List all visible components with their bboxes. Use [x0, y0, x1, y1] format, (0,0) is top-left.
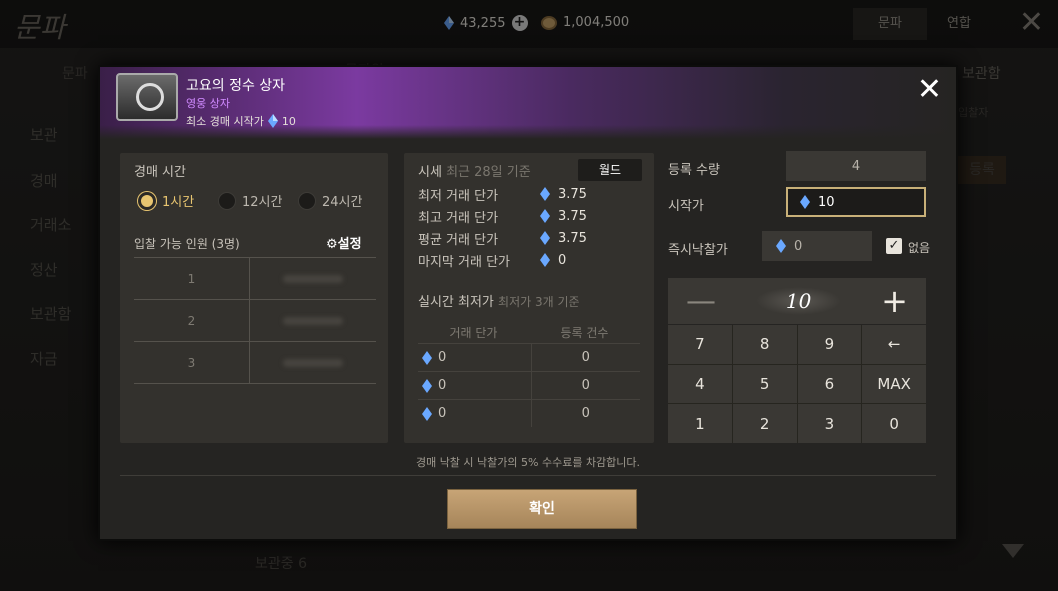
radio-1h[interactable]: 1시간 — [138, 191, 194, 210]
list-item: 평균 거래 단가 3.75 — [418, 230, 587, 248]
quantity-stepper: — 10 + — [668, 278, 926, 324]
no-instant-label: 없음 — [908, 241, 931, 255]
close-modal-icon[interactable]: ✕ — [917, 75, 942, 105]
crystal-icon — [800, 195, 810, 209]
quantity-label: 등록 수량 — [668, 163, 720, 178]
realtime-title: 실시간 최저가 최저가 3개 기준 — [418, 295, 580, 310]
key-3[interactable]: 3 — [797, 404, 862, 443]
radio-selected-icon — [138, 191, 156, 210]
crystal-icon — [422, 350, 432, 365]
min-price-value: 10 — [281, 114, 296, 128]
crystal-icon — [422, 406, 432, 421]
bidder-name-hidden — [283, 316, 343, 325]
radio-icon — [298, 191, 316, 210]
gear-icon: ⚙ — [326, 237, 338, 252]
settings-button[interactable]: ⚙설정 — [326, 233, 362, 252]
table-row: 00 — [418, 371, 640, 399]
crystal-icon — [540, 231, 550, 245]
table-header: 거래 단가 등록 건수 — [449, 325, 609, 340]
bidder-name-hidden — [283, 358, 343, 367]
number-keypad: 7 8 9 ← 4 5 6 MAX 1 2 3 0 — [668, 325, 926, 443]
min-price-label: 최소 경매 시작가 — [186, 115, 264, 128]
market-title: 시세 최근 28일 기준 — [418, 165, 531, 180]
price-list: 최저 거래 단가 3.75 최고 거래 단가 3.75 평균 거래 단가 3.75 마… — [418, 183, 587, 271]
crystal-icon — [422, 378, 432, 393]
crystal-icon — [540, 253, 550, 267]
key-9[interactable]: 9 — [797, 325, 862, 364]
item-grade: 영웅 상자 — [186, 97, 230, 110]
divider — [120, 475, 936, 476]
table-row: 00 — [418, 399, 640, 427]
table-row: 3 — [134, 342, 376, 384]
no-instant-checkbox[interactable]: ✓ — [886, 238, 902, 254]
radio-24h[interactable]: 24시간 — [298, 191, 362, 210]
plus-button[interactable]: + — [881, 282, 908, 320]
instant-price-input[interactable]: 0 — [762, 231, 872, 261]
auction-time-panel: 경매 시간 1시간 12시간 24시간 입찰 가능 인원 (3명) ⚙설정 1 … — [120, 153, 388, 443]
list-item: 마지막 거래 단가 0 — [418, 252, 567, 270]
table-row: 1 — [134, 258, 376, 300]
crystal-icon — [540, 187, 550, 201]
start-price-label: 시작가 — [668, 199, 704, 214]
realtime-table: 거래 단가 등록 건수 00 00 00 — [418, 321, 640, 427]
confirm-button[interactable]: 확인 — [448, 490, 636, 528]
key-6[interactable]: 6 — [797, 364, 862, 404]
chest-icon — [116, 73, 178, 121]
minus-button[interactable]: — — [686, 284, 716, 319]
quantity-field[interactable]: 4 — [786, 151, 926, 181]
backspace-key[interactable]: ← — [862, 325, 926, 364]
crystal-icon — [776, 239, 786, 253]
key-8[interactable]: 8 — [732, 325, 797, 364]
fee-notice: 경매 낙찰 시 낙찰가의 5% 수수료를 차감합니다. — [415, 456, 641, 469]
market-price-panel: 시세 최근 28일 기준 월드 최저 거래 단가 3.75 최고 거래 단가 3.7… — [404, 153, 654, 443]
stepper-value: 10 — [755, 287, 842, 315]
list-item: 최고 거래 단가 3.75 — [418, 208, 587, 226]
max-key[interactable]: MAX — [862, 364, 926, 404]
item-min-price: 최소 경매 시작가 10 — [186, 113, 296, 129]
radio-12h[interactable]: 12시간 — [218, 191, 282, 210]
auction-register-modal: 고요의 정수 상자 영웅 상자 최소 경매 시작가 10 ✕ 경매 시간 1시간… — [98, 65, 958, 541]
item-name: 고요의 정수 상자 — [186, 78, 286, 94]
key-5[interactable]: 5 — [732, 364, 797, 404]
table-row: 00 — [418, 343, 640, 371]
bidders-label: 입찰 가능 인원 (3명) — [134, 237, 240, 251]
bidders-table: 1 2 3 — [134, 257, 376, 384]
radio-icon — [218, 191, 236, 210]
auction-time-label: 경매 시간 — [134, 165, 186, 180]
bidder-name-hidden — [283, 274, 343, 283]
server-select[interactable]: 월드 — [578, 159, 642, 181]
crystal-icon — [267, 114, 278, 128]
start-price-input[interactable]: 10 — [786, 187, 926, 217]
key-0[interactable]: 0 — [862, 404, 926, 443]
crystal-icon — [540, 209, 550, 223]
key-1[interactable]: 1 — [668, 404, 732, 443]
list-item: 최저 거래 단가 3.75 — [418, 186, 587, 204]
instant-price-label: 즉시낙찰가 — [668, 243, 728, 258]
key-4[interactable]: 4 — [668, 364, 732, 404]
table-row: 2 — [134, 300, 376, 342]
key-7[interactable]: 7 — [668, 325, 732, 364]
key-2[interactable]: 2 — [732, 404, 797, 443]
